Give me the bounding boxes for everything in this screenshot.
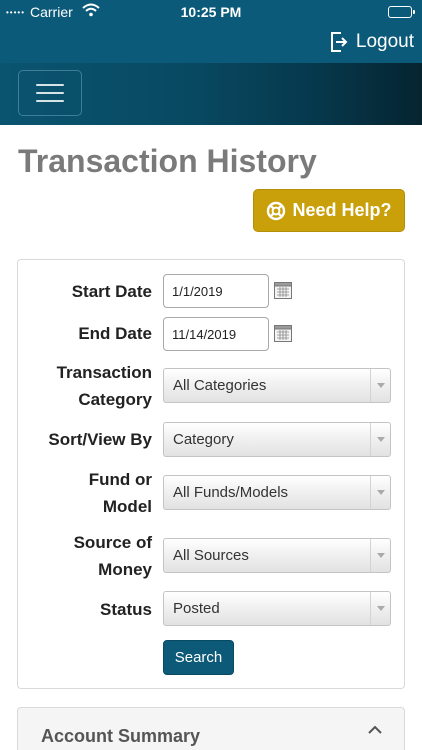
need-help-button[interactable]: Need Help?	[253, 189, 405, 232]
account-summary-title: Account Summary	[41, 726, 201, 746]
search-button[interactable]: Search	[163, 640, 234, 675]
transaction-category-label: Transaction Category	[56, 363, 152, 409]
transaction-category-value: All Categories	[173, 377, 267, 394]
need-help-label: Need Help?	[292, 200, 392, 220]
fund-or-model-value: All Funds/Models	[173, 484, 289, 501]
filter-form: Start Date End Date Transaction Category…	[17, 259, 405, 689]
caret-down-icon	[370, 592, 390, 625]
status-label: Status	[100, 600, 152, 619]
logout-link[interactable]: Logout	[330, 28, 414, 56]
end-date-label: End Date	[78, 324, 152, 343]
fund-or-model-select[interactable]: All Funds/Models	[163, 475, 391, 510]
logout-label: Logout	[355, 31, 414, 52]
hamburger-menu-icon	[36, 84, 64, 86]
status-value: Posted	[173, 600, 220, 617]
fund-or-model-label: Fund or Model	[88, 470, 152, 516]
caret-down-icon	[370, 369, 390, 402]
source-of-money-label: Source of Money	[73, 533, 152, 579]
top-header: Logout	[0, 24, 422, 63]
start-date-input[interactable]	[163, 274, 269, 308]
lifebuoy-icon	[267, 201, 286, 220]
end-date-input[interactable]	[163, 317, 269, 351]
caret-down-icon	[370, 423, 390, 456]
sort-view-by-select[interactable]: Category	[163, 422, 391, 457]
nav-bar	[0, 63, 422, 125]
account-summary-panel[interactable]: Account Summary	[17, 707, 405, 750]
sort-view-by-label: Sort/View By	[48, 430, 152, 449]
transaction-category-select[interactable]: All Categories	[163, 368, 391, 403]
status-select[interactable]: Posted	[163, 591, 391, 626]
source-of-money-value: All Sources	[173, 547, 249, 564]
caret-down-icon	[370, 539, 390, 572]
calendar-icon[interactable]	[274, 282, 292, 299]
calendar-icon[interactable]	[274, 325, 292, 342]
start-date-label: Start Date	[71, 282, 152, 301]
status-bar: ••••• Carrier 10:25 PM	[0, 0, 422, 24]
battery-icon	[388, 6, 415, 18]
page-title: Transaction History	[18, 143, 317, 179]
clock: 10:25 PM	[180, 4, 242, 20]
hamburger-menu-button[interactable]	[18, 70, 82, 116]
caret-down-icon	[370, 476, 390, 509]
sort-view-by-value: Category	[173, 431, 234, 448]
source-of-money-select[interactable]: All Sources	[163, 538, 391, 573]
chevron-up-icon[interactable]	[368, 725, 382, 734]
logout-icon	[330, 32, 348, 52]
